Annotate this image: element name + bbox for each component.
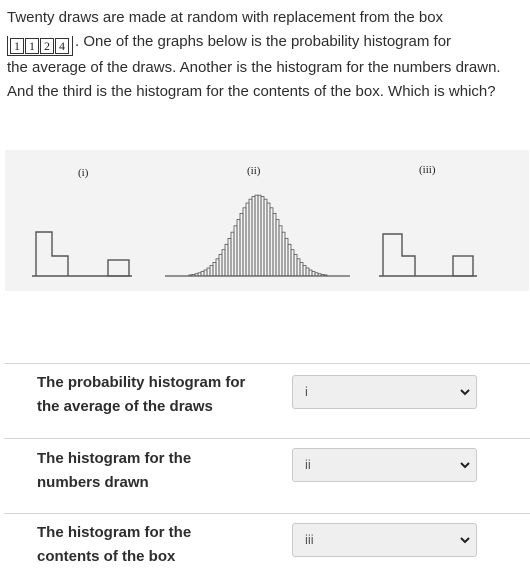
histogram-ii-bar: [272, 212, 277, 277]
histogram-ii-bar: [293, 254, 298, 277]
chevron-down-icon: [460, 537, 470, 544]
histogram-ii-bar: [209, 265, 214, 277]
histograms-drawing: [32, 194, 477, 277]
histogram-iii-bar-small: [452, 255, 474, 277]
question-line-1: Twenty draws are made at random with rep…: [7, 9, 444, 26]
histogram-ii: [165, 194, 350, 277]
histogram-ii-bar: [200, 271, 205, 277]
histogram-ii-bar: [233, 225, 238, 277]
histogram-i-bars: [35, 231, 69, 276]
histogram-ii-bar: [284, 238, 289, 277]
histogram-ii-bar: [215, 258, 220, 277]
label-line: numbers drawn: [37, 474, 149, 491]
chevron-down-icon: [460, 462, 470, 469]
chevron-down-icon: [460, 389, 470, 396]
histogram-ii-bar: [320, 274, 325, 277]
histogram-ii-bar: [275, 219, 280, 277]
selected-value: i: [305, 384, 308, 399]
histogram-ii-bar: [221, 249, 226, 277]
answer-select-average[interactable]: i: [292, 375, 477, 409]
divider: [4, 513, 530, 514]
histogram-ii-bar: [230, 231, 235, 277]
question-line-3: the average of the draws. Another is the…: [7, 59, 501, 76]
histogram-ii-bar: [296, 258, 301, 277]
histogram-iii-bars: [382, 233, 416, 276]
histogram-ii-bar: [239, 212, 244, 277]
question-line-2: 1 1 2 4 . One of the graphs below is the…: [7, 30, 529, 56]
histogram-ii-bar: [218, 254, 223, 277]
histogram-ii-bar: [308, 269, 313, 277]
label-line: The probability histogram for: [37, 374, 246, 391]
label-line: The histogram for the: [37, 450, 192, 467]
histogram-ii-bar: [287, 243, 292, 277]
histogram-ii-bar: [290, 249, 295, 277]
divider: [4, 363, 530, 364]
histogram-ii-bar: [248, 198, 253, 277]
box-ticket: 1: [10, 38, 24, 54]
histogram-ii-bar: [251, 196, 256, 277]
histogram-i: [32, 231, 132, 277]
histogram-ii-bar: [194, 273, 199, 277]
histogram-ii-bar: [203, 269, 208, 277]
histogram-ii-bar: [317, 273, 322, 277]
histogram-ii-bar: [269, 207, 274, 277]
histogram-ii-bar: [302, 265, 307, 277]
histogram-ii-bar: [263, 198, 268, 277]
question-line-2-text: . One of the graphs below is the probabi…: [75, 33, 452, 50]
divider: [4, 438, 530, 439]
histogram-ii-bar: [206, 267, 211, 277]
histogram-ii-bar: [236, 219, 241, 277]
histogram-ii-bar: [299, 262, 304, 277]
label-line: The histogram for the: [37, 524, 192, 541]
histogram-ii-bar: [278, 225, 283, 277]
box-ticket: 1: [25, 38, 39, 54]
match-row-label: The probability histogram for the averag…: [37, 371, 257, 419]
histogram-ii-bar: [266, 202, 271, 277]
box-ticket: 4: [55, 38, 69, 54]
label-line: the average of the draws: [37, 398, 213, 415]
histogram-ii-bar: [260, 196, 265, 277]
histograms-figure: (i) (ii) (iii): [5, 150, 529, 291]
answer-select-box-contents[interactable]: iii: [292, 523, 477, 557]
histogram-ii-bar: [242, 207, 247, 277]
histogram-ii-bar: [254, 194, 259, 277]
label-line: contents of the box: [37, 548, 176, 565]
histogram-ii-bar: [245, 202, 250, 277]
question-text: Twenty draws are made at random with rep…: [7, 6, 529, 104]
histogram-ii-bar: [227, 238, 232, 277]
answer-select-numbers-drawn[interactable]: ii: [292, 448, 477, 482]
histogram-ii-bar: [305, 267, 310, 277]
histogram-i-bar-small: [107, 259, 130, 277]
histogram-iii: [379, 233, 477, 277]
histogram-ii-bar: [311, 271, 316, 277]
selected-value: iii: [305, 532, 314, 547]
histogram-ii-bar: [191, 274, 196, 277]
histogram-ii-bar: [281, 231, 286, 277]
box-diagram: 1 1 2 4: [7, 36, 73, 56]
match-row-label: The histogram for the numbers drawn: [37, 447, 257, 495]
question-line-4: And the third is the histogram for the c…: [7, 83, 496, 100]
histogram-ii-bar: [212, 262, 217, 277]
histogram-ii-bar: [257, 194, 262, 277]
match-row-label: The histogram for the contents of the bo…: [37, 521, 257, 569]
histogram-ii-bar: [224, 243, 229, 277]
selected-value: ii: [305, 457, 311, 472]
box-ticket: 2: [40, 38, 54, 54]
